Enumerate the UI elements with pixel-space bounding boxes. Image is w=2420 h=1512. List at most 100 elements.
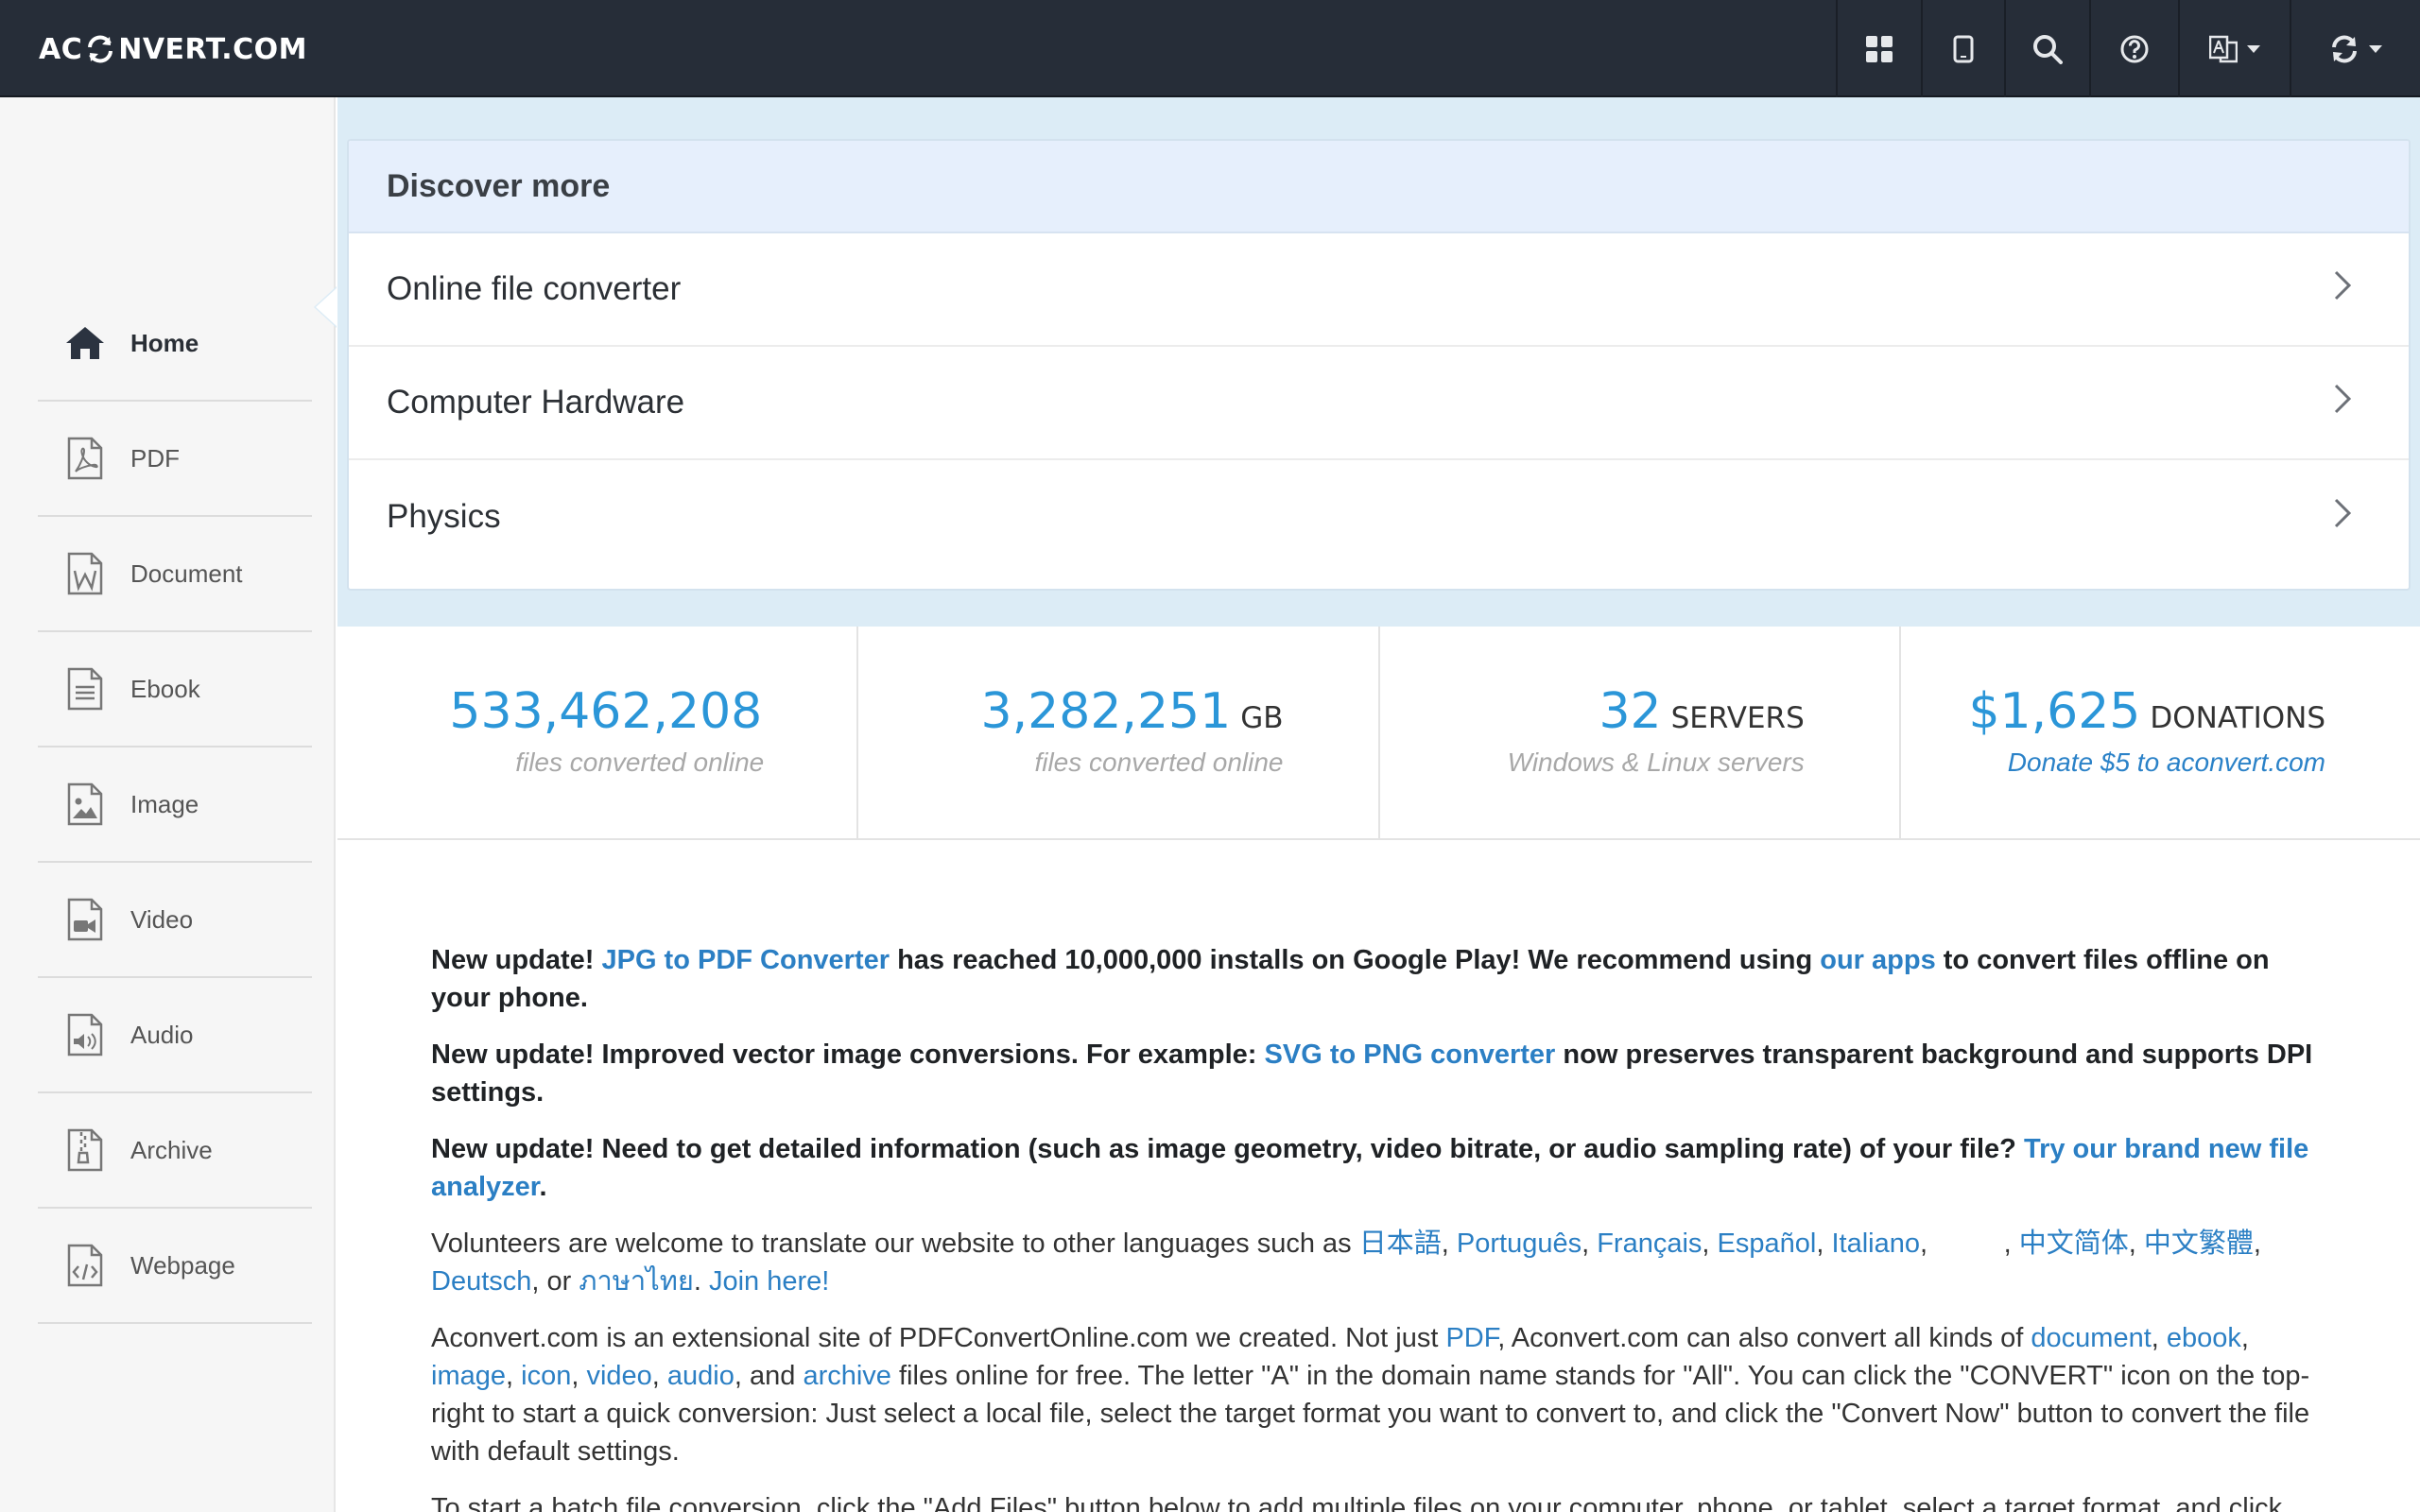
our-apps-link[interactable]: our apps (1820, 945, 1935, 975)
search-button[interactable] (2004, 0, 2089, 97)
chevron-down-icon (2247, 44, 2260, 53)
discover-card: Discover more Online file converter Comp… (347, 139, 2411, 591)
convert-dropdown-button[interactable] (2290, 0, 2420, 97)
sidebar-item-webpage[interactable]: Webpage (38, 1209, 312, 1324)
batch-paragraph: To start a batch file conversion, click … (431, 1493, 2283, 1512)
discover-section: Discover more Online file converter Comp… (337, 97, 2420, 627)
active-indicator-inner (316, 288, 337, 326)
text: Aconvert.com is an extensional site of P… (431, 1323, 1446, 1353)
update-jpg-to-pdf: New update! JPG to PDF Converter has rea… (431, 941, 2331, 1017)
sidebar-item-pdf[interactable]: PDF (38, 402, 312, 517)
discover-item[interactable]: Physics (349, 460, 2409, 574)
mobile-apps-button[interactable] (1921, 0, 2004, 97)
site-logo[interactable]: AC NVERT.COM (39, 28, 307, 70)
text: , and (734, 1361, 804, 1391)
stat-value: 533,462,208 (449, 683, 763, 740)
grid-icon (1865, 35, 1893, 63)
icon-link[interactable]: icon (521, 1361, 571, 1391)
text: has reached 10,000,000 installs on Googl… (890, 945, 1821, 975)
audio-file-icon (64, 1013, 106, 1057)
video-link[interactable]: video (586, 1361, 651, 1391)
sidebar-item-label: Ebook (130, 674, 200, 703)
sidebar: Home PDF Document Ebook Image Video Audi… (0, 97, 336, 1512)
discover-item[interactable]: Computer Hardware (349, 347, 2409, 460)
svg-to-png-link[interactable]: SVG to PNG converter (1265, 1040, 1556, 1070)
sidebar-item-label: Video (130, 904, 194, 934)
stat-donations: $1,625 DONATIONS Donate $5 to aconvert.co… (1901, 627, 2420, 838)
logo-text-right: NVERT.COM (118, 32, 307, 66)
audio-link[interactable]: audio (667, 1361, 735, 1391)
sidebar-item-archive[interactable]: Archive (38, 1093, 312, 1209)
sidebar-item-label: Document (130, 558, 243, 588)
sidebar-item-audio[interactable]: Audio (38, 978, 312, 1093)
pdf-link[interactable]: PDF (1445, 1323, 1497, 1353)
convert-icon (2329, 34, 2360, 64)
stat-caption: files converted online (1034, 747, 1284, 777)
donate-link[interactable]: Donate $5 to aconvert.com (2008, 747, 2325, 778)
announcements: New update! JPG to PDF Converter has rea… (431, 941, 2331, 1512)
chevron-down-icon (2369, 44, 2382, 53)
text: New update! Need to get detailed informa… (431, 1134, 2024, 1164)
lang-link-it[interactable]: Italiano (1831, 1228, 1920, 1259)
ebook-link[interactable]: ebook (2167, 1323, 2241, 1353)
archive-file-icon (64, 1128, 106, 1172)
logo-text-left: AC (39, 32, 83, 66)
discover-item-label: Computer Hardware (387, 384, 685, 421)
image-file-icon (64, 782, 106, 826)
sidebar-item-ebook[interactable]: Ebook (38, 632, 312, 747)
stat-value: 32 (1599, 683, 1662, 740)
volunteers-paragraph: Volunteers are welcome to translate our … (431, 1228, 2261, 1297)
archive-link[interactable]: archive (803, 1361, 891, 1391)
help-icon (2119, 34, 2150, 64)
language-icon (2209, 35, 2238, 63)
sidebar-item-video[interactable]: Video (38, 863, 312, 978)
join-here-link[interactable]: Join here! (709, 1266, 829, 1297)
stat-caption: Windows & Linux servers (1507, 747, 1805, 777)
document-link[interactable]: document (2031, 1323, 2151, 1353)
chevron-right-icon (2333, 269, 2352, 310)
stats-bar: 533,462,208 files converted online 3,282… (337, 627, 2420, 840)
apps-grid-button[interactable] (1836, 0, 1921, 97)
text: , or (531, 1266, 579, 1297)
logo-refresh-icon (84, 33, 116, 65)
image-link[interactable]: image (431, 1361, 506, 1391)
stat-value: 3,282,251 (980, 683, 1232, 740)
text: New update! (431, 945, 602, 975)
word-file-icon (64, 552, 106, 595)
jpg-to-pdf-link[interactable]: JPG to PDF Converter (601, 945, 890, 975)
lang-link-es[interactable]: Español (1718, 1228, 1817, 1259)
sidebar-item-document[interactable]: Document (38, 517, 312, 632)
discover-item[interactable]: Online file converter (349, 233, 2409, 347)
sidebar-item-home[interactable]: Home (38, 286, 312, 402)
webpage-file-icon (64, 1244, 106, 1287)
update-vector: New update! Improved vector image conver… (431, 1036, 2331, 1111)
sidebar-item-label: Audio (130, 1020, 194, 1049)
stat-files-converted: 533,462,208 files converted online (337, 627, 859, 838)
discover-item-label: Online file converter (387, 270, 682, 307)
sidebar-item-label: Home (130, 328, 199, 357)
sidebar-item-image[interactable]: Image (38, 747, 312, 863)
lang-link-pt[interactable]: Português (1457, 1228, 1582, 1259)
discover-item-label: Physics (387, 498, 501, 535)
chevron-right-icon (2333, 383, 2352, 423)
language-dropdown-button[interactable] (2178, 0, 2290, 97)
stat-value: $1,625 (1968, 683, 2141, 740)
video-file-icon (64, 898, 106, 941)
stat-unit: SERVERS (1670, 701, 1805, 735)
lang-link-zh-tw[interactable]: 中文繁體 (2144, 1228, 2254, 1259)
help-button[interactable] (2089, 0, 2178, 97)
sidebar-item-label: PDF (130, 443, 180, 472)
ebook-file-icon (64, 667, 106, 711)
lang-link-th[interactable]: ภาษาไทย (579, 1266, 694, 1297)
about-paragraph: Aconvert.com is an extensional site of P… (431, 1323, 2310, 1467)
lang-link-fr[interactable]: Français (1597, 1228, 1702, 1259)
discover-title: Discover more (349, 141, 2409, 233)
lang-link-ja[interactable]: 日本語 (1359, 1228, 1442, 1259)
tablet-icon (1953, 35, 1974, 63)
lang-link-de[interactable]: Deutsch (431, 1266, 531, 1297)
stat-caption: files converted online (515, 747, 765, 777)
lang-link-zh-cn[interactable]: 中文简体 (2019, 1228, 2129, 1259)
chevron-right-icon (2333, 497, 2352, 538)
main-content: Discover more Online file converter Comp… (337, 97, 2420, 1512)
